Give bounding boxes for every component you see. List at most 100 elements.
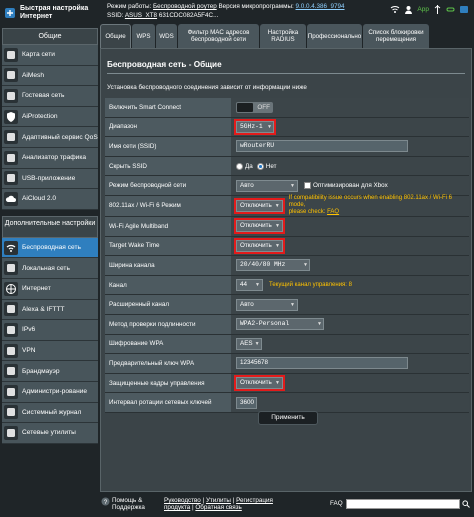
sidebar-item[interactable]: VPN <box>2 340 98 362</box>
sidebar-item[interactable]: Брандмауэр <box>2 361 98 382</box>
chevron-down-icon: ▼ <box>317 321 321 328</box>
page-description: Установка беспроводного соединения завис… <box>107 84 307 91</box>
app-label[interactable]: App <box>417 6 429 13</box>
pmf-select[interactable]: Отключить ▼ <box>234 375 285 392</box>
sidebar-item[interactable]: USB-приложение <box>2 168 98 190</box>
hide-ssid-no-radio[interactable] <box>256 162 264 170</box>
channel-select[interactable]: 44 ▼ <box>236 279 263 292</box>
network-map-icon <box>4 47 18 62</box>
key-rotation-input[interactable]: 3600 <box>236 396 257 409</box>
wpa-enc-select[interactable]: AES ▼ <box>236 337 262 350</box>
ext-channel-label: Расширенный канал <box>105 295 231 314</box>
sidebar-item[interactable]: IPv6 <box>2 320 98 341</box>
tab[interactable]: WPS <box>132 24 155 48</box>
globe-icon <box>4 281 18 296</box>
tab[interactable]: Профессионально <box>307 24 362 48</box>
user-icon[interactable] <box>404 5 413 14</box>
link-icon[interactable] <box>446 5 455 14</box>
ssid-input[interactable]: wRouterRU <box>236 140 408 153</box>
band-select[interactable]: 5GHz-1 ▼ <box>234 118 276 135</box>
sidebar-item[interactable]: Адаптивный сервис QoS <box>2 127 98 148</box>
vpn-icon <box>4 343 18 358</box>
row-twt: Target Wake Time Отключить ▼ <box>105 236 469 257</box>
wpa-key-input[interactable]: 12345678 <box>236 357 408 370</box>
sidebar-item[interactable]: Сетевые утилиты <box>2 423 98 444</box>
usb-icon[interactable] <box>433 5 442 14</box>
sidebar-item[interactable]: Беспроводная сеть <box>2 237 98 259</box>
sidebar-item-label: Анализатор трафика <box>22 154 87 162</box>
channel-width-select[interactable]: 20/40/80 MHz ▼ <box>236 259 310 272</box>
sidebar-item[interactable]: Alexa & IFTTT <box>2 299 98 321</box>
chevron-down-icon: ▼ <box>254 340 260 347</box>
sidebar-item[interactable]: Интернет <box>2 278 98 300</box>
sidebar: Общие Карта сети AiMesh Гостевая сеть AiPro… <box>2 28 98 492</box>
tab[interactable]: WDS <box>156 24 177 48</box>
feedback-link[interactable]: Обратная связь <box>195 504 241 511</box>
hide-ssid-yes-radio[interactable] <box>236 162 243 170</box>
search-icon[interactable] <box>462 500 470 508</box>
xbox-label: Оптимизирован для Xbox <box>313 182 388 190</box>
product-link[interactable]: продукта <box>164 504 190 511</box>
sidebar-item[interactable]: AiMesh <box>2 65 98 87</box>
row-ext-channel: Расширенный канал Авто ▼ <box>105 295 469 315</box>
pmf-value: Отключить <box>240 379 272 387</box>
chevron-down-icon: ▼ <box>275 223 280 230</box>
xbox-checkbox[interactable] <box>304 182 311 190</box>
chevron-down-icon: ▼ <box>274 202 280 209</box>
ext-channel-select[interactable]: Авто ▼ <box>236 298 298 311</box>
chevron-down-icon: ▼ <box>290 182 295 189</box>
sidebar-item[interactable]: Анализатор трафика <box>2 147 98 169</box>
wifi-icon[interactable] <box>390 5 400 14</box>
wireless-mode-label: Режим беспроводной сети <box>105 176 231 195</box>
chevron-down-icon: ▼ <box>267 123 271 130</box>
quick-setup-button[interactable]: Быстрая настройка Интернет <box>2 2 98 24</box>
faq-link[interactable]: FAQ <box>327 209 339 215</box>
wireless-mode-select[interactable]: Авто ▼ <box>236 179 298 192</box>
help-support[interactable]: Помощь & Поддержка <box>112 497 145 511</box>
sidebar-item-label: Адаптивный сервис QoS <box>22 133 98 141</box>
auth-method-select[interactable]: WPA2-Personal ▼ <box>236 318 324 331</box>
tab[interactable]: Общие <box>100 24 131 48</box>
sidebar-item-label: Сетевые утилиты <box>22 429 76 437</box>
sidebar-item-label: IPv6 <box>22 326 36 334</box>
app-icon[interactable] <box>459 5 469 14</box>
band-label: Диапазон <box>105 117 231 137</box>
sidebar-item[interactable]: Системный журнал <box>2 402 98 424</box>
twt-select[interactable]: Отключить ▼ <box>234 237 285 254</box>
usb-app-icon <box>4 171 18 186</box>
registration-link[interactable]: Регистрация <box>236 497 273 504</box>
sidebar-item[interactable]: Администри-рование <box>2 381 98 403</box>
wpa-enc-label: Шифрование WPA <box>105 334 231 354</box>
sidebar-item[interactable]: Гостевая сеть <box>2 86 98 107</box>
ext-channel-value: Авто <box>240 300 254 308</box>
ax-mode-label: 802.11ax / Wi-Fi 6 Режим <box>105 195 231 216</box>
tab[interactable]: Настройка RADIUS <box>260 24 306 48</box>
title-divider <box>107 73 465 74</box>
sidebar-item[interactable]: AiProtection <box>2 106 98 128</box>
admin-icon <box>4 384 18 399</box>
sidebar-item[interactable]: Локальная сеть <box>2 258 98 279</box>
shield-icon <box>4 109 18 124</box>
apply-button[interactable]: Применить <box>258 411 318 425</box>
ax-note-line1: If compatibility issue occurs when enabl… <box>288 195 452 209</box>
agile-multiband-select[interactable]: Отключить ▼ <box>234 218 285 235</box>
tab[interactable]: Список блокировки перемещения <box>363 24 429 48</box>
tab[interactable]: Фильтр MAC адресов беспроводной сети <box>178 24 259 48</box>
sidebar-item[interactable]: AiCloud 2.0 <box>2 189 98 210</box>
fw-link[interactable]: 9.0.0.4.386_9794 <box>296 3 345 10</box>
utilities-link[interactable]: Утилиты <box>206 497 231 504</box>
ax-mode-select[interactable]: Отключить ▼ <box>234 197 285 214</box>
channel-width-value: 20/40/80 MHz <box>240 261 286 269</box>
sidebar-item[interactable]: Карта сети <box>2 45 98 66</box>
smart-connect-toggle[interactable]: OFF <box>236 101 273 113</box>
traffic-analyzer-icon <box>4 150 18 165</box>
syslog-icon <box>4 405 18 420</box>
status-icons: App <box>390 5 469 14</box>
manual-link[interactable]: Руководство <box>164 497 201 504</box>
band-value: 5GHz-1 <box>240 122 263 130</box>
faq-search-input[interactable] <box>346 499 460 509</box>
channel-label: Канал <box>105 275 231 295</box>
sidebar-advanced-list: Беспроводная сеть Локальная сеть Интернет A… <box>2 237 98 444</box>
mode-link[interactable]: Беспроводной роутер <box>153 3 217 10</box>
fw-label: Версия микропрограммы: <box>218 3 294 10</box>
